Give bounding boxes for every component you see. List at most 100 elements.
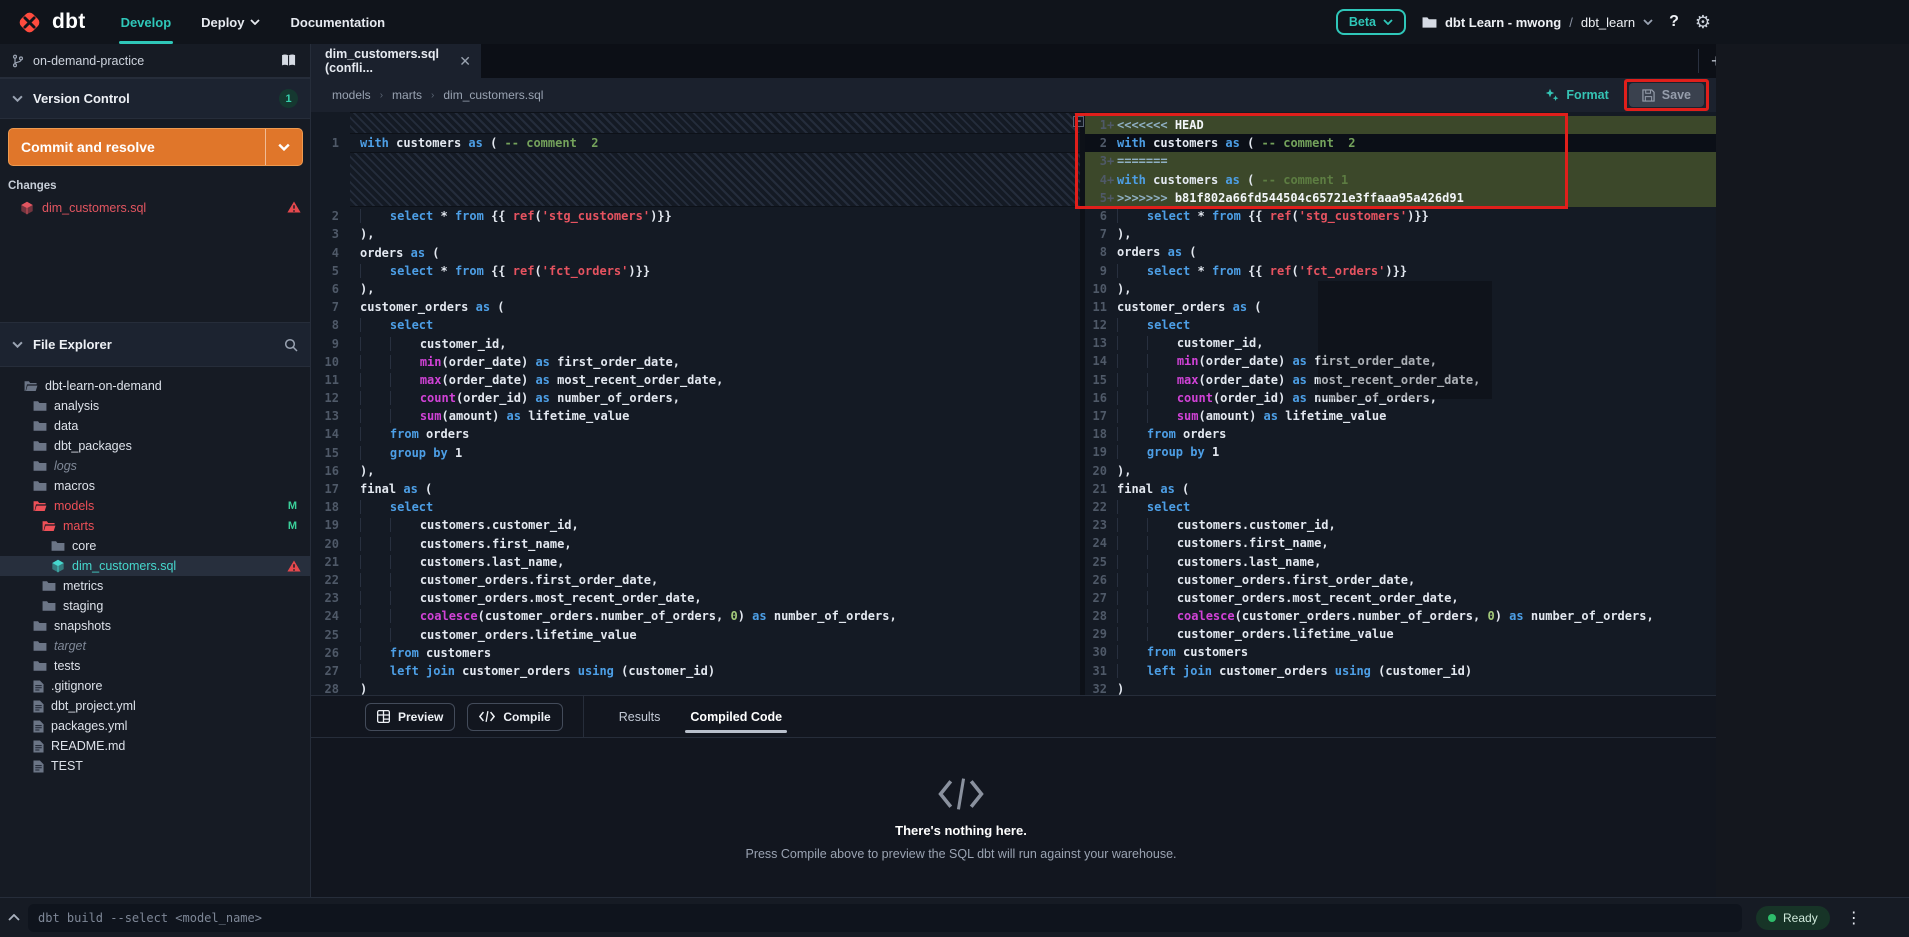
help-icon[interactable]: ? bbox=[1669, 13, 1679, 31]
right-background-band bbox=[1716, 44, 1909, 897]
tree-item-label: dbt-learn-on-demand bbox=[45, 379, 162, 393]
merge-editor-result-pane[interactable]: 1 with customers as ( -- comment 22 sele… bbox=[311, 112, 1080, 695]
code-line: 18 from orders bbox=[1085, 425, 1716, 443]
close-icon[interactable]: ✕ bbox=[459, 53, 471, 70]
commit-and-resolve-button[interactable]: Commit and resolve bbox=[8, 128, 303, 166]
top-navigation-bar: dbt Develop Deploy Documentation Beta db… bbox=[0, 0, 1909, 44]
chevron-down-icon bbox=[12, 341, 23, 348]
git-branch-icon bbox=[12, 54, 24, 68]
tree-item-snapshots[interactable]: snapshots bbox=[0, 616, 310, 636]
dbt-logo-text: dbt bbox=[52, 10, 86, 34]
tree-item-test[interactable]: TEST bbox=[0, 756, 310, 776]
preview-button[interactable]: Preview bbox=[365, 703, 455, 731]
tree-item-label: tests bbox=[54, 659, 80, 673]
account-project-selector[interactable]: dbt Learn - mwong / dbt_learn bbox=[1422, 15, 1653, 30]
tree-item-gitignore[interactable]: .gitignore bbox=[0, 676, 310, 696]
code-line: 26 from customers bbox=[311, 644, 1080, 662]
tree-item-metrics[interactable]: metrics bbox=[0, 576, 310, 596]
code-line: 9 customer_id, bbox=[311, 335, 1080, 353]
version-control-header[interactable]: Version Control 1 bbox=[0, 78, 310, 119]
breadcrumb-file[interactable]: dim_customers.sql bbox=[443, 88, 543, 102]
tab-dim-customers[interactable]: dim_customers.sql (confli... ✕ bbox=[311, 44, 481, 78]
breadcrumb-marts[interactable]: marts bbox=[392, 88, 422, 102]
folder-icon bbox=[33, 400, 47, 412]
code-line: 20 ), bbox=[1085, 462, 1716, 480]
main-nav: Develop Deploy Documentation bbox=[106, 0, 401, 44]
code-line: 6 ), bbox=[311, 280, 1080, 298]
code-line: 11 customer_orders as ( bbox=[1085, 298, 1716, 316]
docs-book-icon[interactable] bbox=[281, 54, 298, 67]
tree-item-dbt-learn-on-demand[interactable]: dbt-learn-on-demand bbox=[0, 376, 310, 396]
file-explorer-header[interactable]: File Explorer bbox=[0, 322, 310, 367]
tree-item-target[interactable]: target bbox=[0, 636, 310, 656]
code-line: 18 select bbox=[311, 498, 1080, 516]
breadcrumb-models[interactable]: models bbox=[332, 88, 371, 102]
tree-item-core[interactable]: core bbox=[0, 536, 310, 556]
tree-item-tests[interactable]: tests bbox=[0, 656, 310, 676]
tab-compiled-code[interactable]: Compiled Code bbox=[675, 696, 797, 737]
merge-editor: 1 with customers as ( -- comment 22 sele… bbox=[311, 112, 1716, 695]
tree-item-readme-md[interactable]: README.md bbox=[0, 736, 310, 756]
folder-open-icon bbox=[33, 500, 47, 512]
branch-name: on-demand-practice bbox=[33, 54, 144, 68]
model-cube-icon bbox=[20, 201, 34, 215]
tree-item-staging[interactable]: staging bbox=[0, 596, 310, 616]
gear-icon[interactable]: ⚙ bbox=[1695, 13, 1711, 31]
tree-item-dbt-project-yml[interactable]: dbt_project.yml bbox=[0, 696, 310, 716]
tab-strip: dim_customers.sql (confli... ✕ + bbox=[311, 44, 1716, 78]
status-dot-icon bbox=[1768, 914, 1776, 922]
chevron-down-icon bbox=[1383, 19, 1393, 25]
tree-item-models[interactable]: modelsM bbox=[0, 496, 310, 516]
code-icon bbox=[479, 711, 495, 722]
collapsed-diff-region bbox=[350, 152, 1080, 207]
nav-documentation[interactable]: Documentation bbox=[275, 0, 400, 44]
merge-editor-source-pane[interactable]: 1+<<<<<<< HEAD2 with customers as ( -- c… bbox=[1080, 112, 1716, 695]
format-button[interactable]: Format bbox=[1545, 88, 1608, 102]
tree-item-analysis[interactable]: analysis bbox=[0, 396, 310, 416]
tree-item-marts[interactable]: martsM bbox=[0, 516, 310, 536]
tree-item-label: README.md bbox=[51, 739, 125, 753]
tree-item-label: dbt_packages bbox=[54, 439, 132, 453]
branch-selector[interactable]: on-demand-practice bbox=[0, 44, 310, 78]
nav-develop[interactable]: Develop bbox=[106, 0, 187, 44]
beta-dropdown[interactable]: Beta bbox=[1336, 9, 1406, 35]
file-icon bbox=[33, 740, 44, 753]
bottom-panel: Preview Compile Results Compiled Code Th… bbox=[311, 695, 1716, 897]
code-line: 19 group by 1 bbox=[1085, 443, 1716, 461]
kebab-menu-icon[interactable]: ⋮ bbox=[1846, 908, 1862, 928]
code-line: 12 select bbox=[1085, 316, 1716, 334]
fold-marker-icon[interactable]: − bbox=[1073, 116, 1084, 127]
nav-deploy[interactable]: Deploy bbox=[186, 0, 275, 44]
tree-item-logs[interactable]: logs bbox=[0, 456, 310, 476]
tree-item-macros[interactable]: macros bbox=[0, 476, 310, 496]
dbt-logo[interactable]: dbt bbox=[0, 9, 86, 36]
tree-item-dbt-packages[interactable]: dbt_packages bbox=[0, 436, 310, 456]
tree-item-label: .gitignore bbox=[51, 679, 102, 693]
compile-button[interactable]: Compile bbox=[467, 703, 562, 731]
bottom-panel-header: Preview Compile Results Compiled Code bbox=[311, 695, 1716, 738]
command-input[interactable]: dbt build --select <model_name> bbox=[28, 904, 1742, 932]
tree-item-data[interactable]: data bbox=[0, 416, 310, 436]
file-icon bbox=[33, 700, 44, 713]
folder-icon bbox=[1422, 16, 1437, 29]
topbar-right-cluster: Beta dbt Learn - mwong / dbt_learn ? ⚙ bbox=[1336, 0, 1711, 44]
tree-item-label: target bbox=[54, 639, 86, 653]
breadcrumb-bar: models › marts › dim_customers.sql Forma… bbox=[311, 78, 1716, 112]
code-line: 10 min(order_date) as first_order_date, bbox=[311, 353, 1080, 371]
code-line: 1+<<<<<<< HEAD bbox=[1085, 116, 1716, 134]
tab-results[interactable]: Results bbox=[604, 696, 676, 737]
folder-open-icon bbox=[24, 380, 38, 392]
chevron-down-icon bbox=[12, 95, 23, 102]
code-line: 29 customer_orders.lifetime_value bbox=[1085, 625, 1716, 643]
save-button[interactable]: Save bbox=[1629, 83, 1704, 107]
commit-dropdown-caret[interactable] bbox=[265, 129, 302, 165]
folder-icon bbox=[51, 540, 65, 552]
empty-state: There's nothing here. Press Compile abov… bbox=[311, 778, 1611, 861]
tree-item-dim-customers-sql[interactable]: dim_customers.sql bbox=[0, 556, 310, 576]
search-icon[interactable] bbox=[284, 338, 298, 352]
changed-file-dim-customers[interactable]: dim_customers.sql bbox=[0, 196, 310, 220]
chevron-up-icon[interactable] bbox=[0, 914, 28, 921]
dbt-logo-icon bbox=[16, 9, 43, 36]
tree-item-packages-yml[interactable]: packages.yml bbox=[0, 716, 310, 736]
folder-icon bbox=[33, 640, 47, 652]
